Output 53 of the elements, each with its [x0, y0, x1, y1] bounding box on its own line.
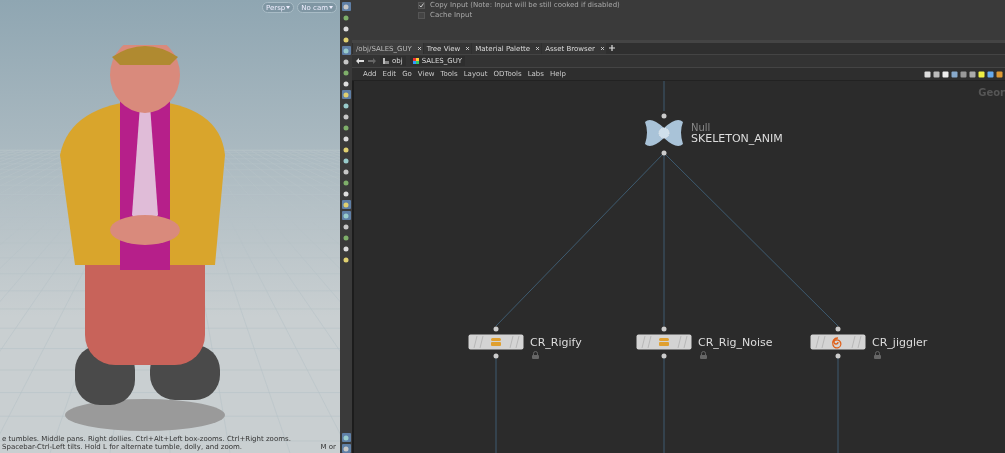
- tool-icon[interactable]: [341, 57, 351, 66]
- tool-icon[interactable]: [341, 444, 351, 453]
- tool-icon[interactable]: [341, 211, 351, 220]
- close-icon[interactable]: [417, 47, 421, 50]
- node-name: CR_Rig_Noise: [698, 336, 773, 348]
- tool-icon[interactable]: [341, 244, 351, 253]
- tool-icon[interactable]: [341, 2, 351, 11]
- tool-icon[interactable]: [341, 101, 351, 110]
- output-port[interactable]: [493, 353, 499, 359]
- tool-icon[interactable]: [341, 167, 351, 176]
- input-port[interactable]: [661, 326, 667, 332]
- null-node-icon[interactable]: [643, 118, 685, 148]
- tool-icon[interactable]: [341, 145, 351, 154]
- close-icon[interactable]: [536, 47, 540, 50]
- output-port[interactable]: [661, 150, 667, 156]
- subnet-node[interactable]: [468, 334, 524, 350]
- tool-icon[interactable]: [341, 233, 351, 242]
- tool-icon[interactable]: [341, 433, 351, 442]
- tool-icon[interactable]: [341, 13, 351, 22]
- tool-icon[interactable]: [341, 24, 351, 33]
- tool-icon[interactable]: [341, 90, 351, 99]
- output-port[interactable]: [661, 353, 667, 359]
- caret-icon: [286, 6, 291, 9]
- tool-icon[interactable]: [341, 68, 351, 77]
- tool-icon[interactable]: [341, 156, 351, 165]
- node-type: Null: [691, 122, 712, 133]
- checkbox[interactable]: [418, 1, 425, 9]
- caret-icon: [329, 6, 333, 9]
- input-port[interactable]: [835, 326, 841, 332]
- tool-icon[interactable]: [341, 123, 351, 132]
- node-name: CR_jiggler: [872, 336, 928, 348]
- tool-icon[interactable]: [341, 79, 351, 88]
- tool-icon[interactable]: [341, 200, 351, 209]
- node-name: CR_Rigify: [530, 336, 582, 348]
- input-port[interactable]: [493, 326, 499, 332]
- tool-icon[interactable]: [341, 189, 351, 198]
- tool-icon[interactable]: [341, 46, 351, 55]
- tool-icon[interactable]: [341, 134, 351, 143]
- tool-icon[interactable]: [341, 112, 351, 121]
- checkbox[interactable]: [418, 11, 425, 19]
- input-port[interactable]: [661, 113, 667, 119]
- tool-icon[interactable]: [341, 178, 351, 187]
- node-name: SKELETON_ANIM: [691, 132, 783, 144]
- subnet-node[interactable]: [636, 334, 692, 350]
- close-icon[interactable]: [466, 47, 470, 50]
- tool-icon[interactable]: [341, 222, 351, 231]
- close-icon[interactable]: [600, 47, 604, 50]
- back-icon[interactable]: [356, 58, 364, 64]
- tool-icon[interactable]: [341, 255, 351, 264]
- output-port[interactable]: [835, 353, 841, 359]
- spiral-node[interactable]: [810, 334, 866, 350]
- add-tab-icon[interactable]: [606, 43, 617, 53]
- tool-icon[interactable]: [341, 35, 351, 44]
